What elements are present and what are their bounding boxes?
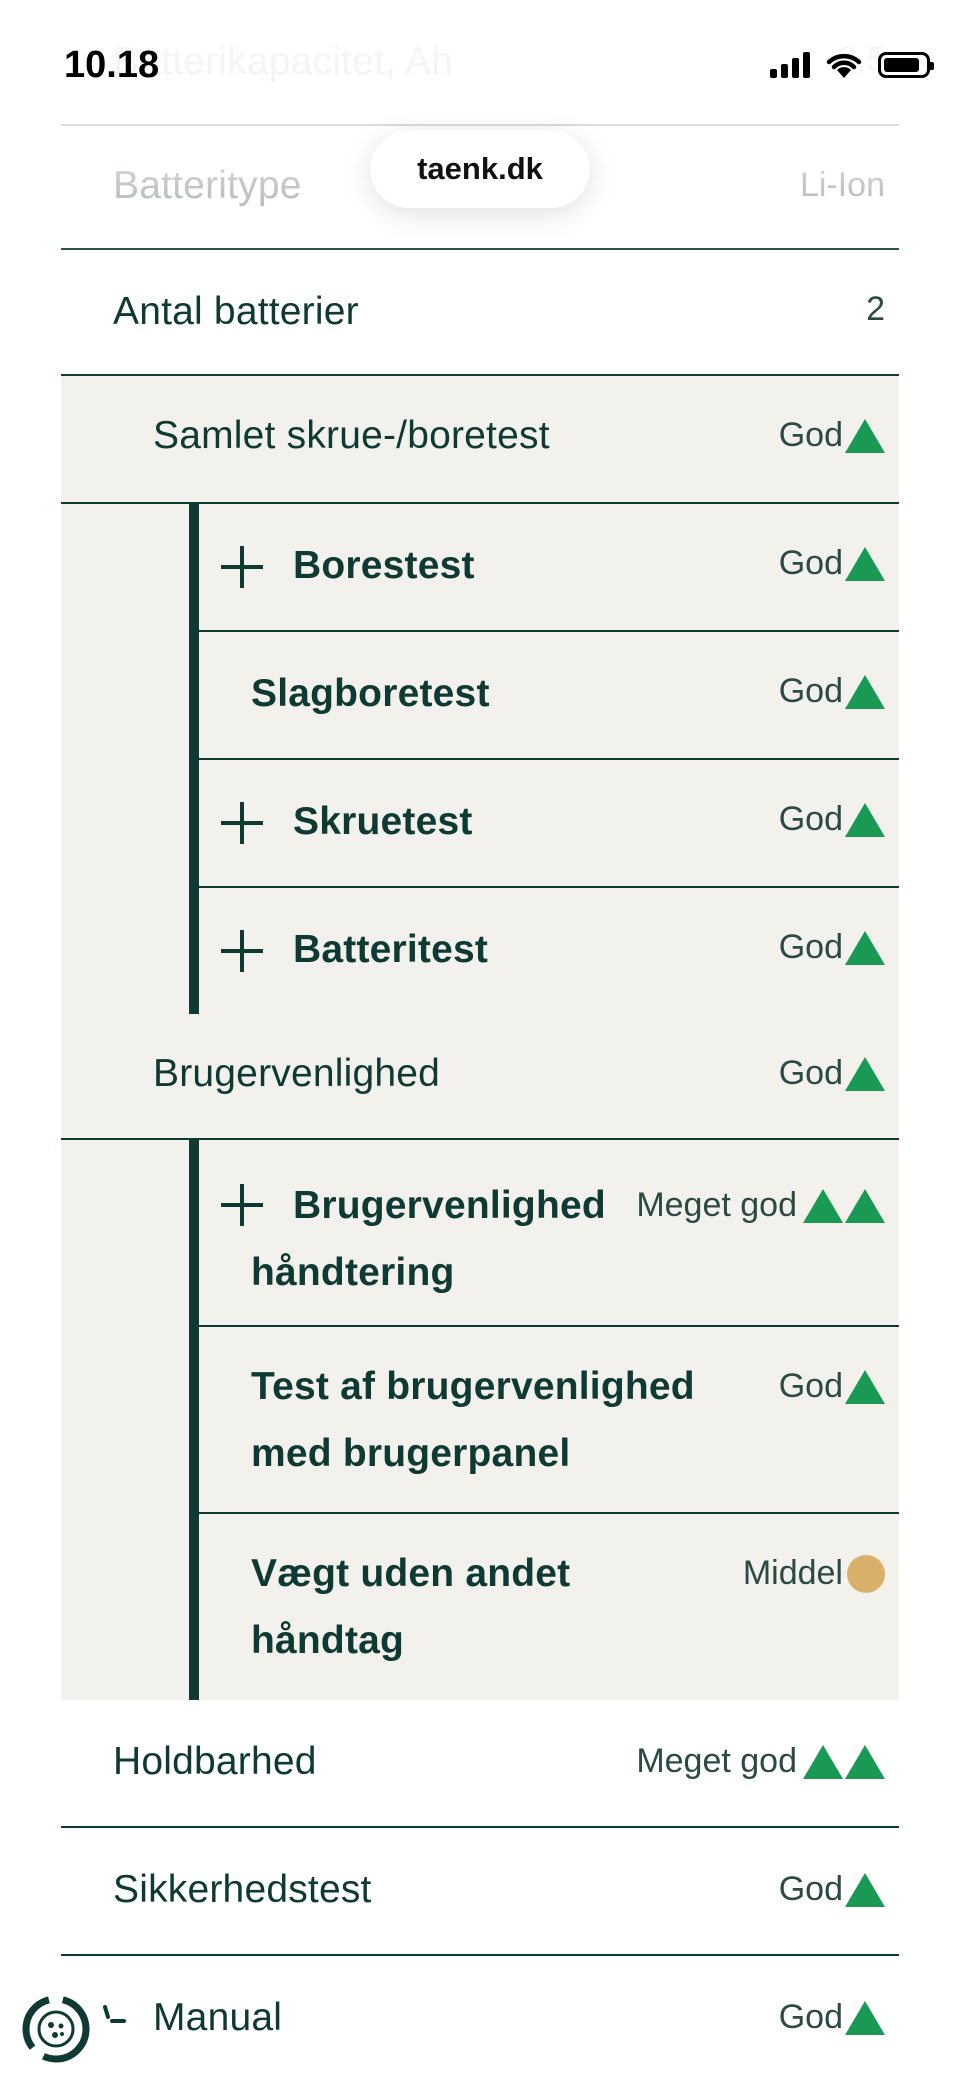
rating: Middel	[743, 1554, 885, 1593]
row-label: Borestest	[293, 544, 475, 587]
row-label: Batteritype	[113, 164, 302, 207]
row-label: Skruetest	[293, 800, 473, 843]
plus-icon[interactable]	[221, 1184, 263, 1226]
row-label: Sikkerhedstest	[113, 1868, 372, 1911]
row-value: 2,5	[837, 40, 885, 78]
green-triangle-icon	[845, 2000, 885, 2035]
rating-text: Meget god	[636, 1742, 797, 1780]
row-label: Slagboretest	[251, 672, 490, 715]
row-battery-type: Batteritype Li-Ion	[61, 126, 899, 250]
row-label: Brugervenlighed	[153, 1052, 441, 1095]
rating-text: God	[778, 672, 843, 710]
row-weight: Vægt uden andet håndtag Middel	[199, 1514, 899, 1700]
row-usability-handling[interactable]: Brugervenlighed håndtering Meget god	[199, 1140, 899, 1327]
row-label: Manual	[153, 1996, 283, 2039]
row-value: Li-Ion	[799, 166, 885, 204]
rating-text: God	[778, 1367, 843, 1405]
subgroup-indent-bar	[189, 1140, 199, 1700]
green-triangle-icon	[845, 1369, 885, 1404]
rating: God	[779, 1367, 885, 1406]
rating: God	[779, 800, 885, 839]
row-label: Batterikapacitet, Ah	[113, 40, 454, 83]
green-triangle-icon	[845, 1188, 885, 1223]
rating-text: God	[778, 1870, 843, 1908]
row-label-line1: Brugervenlighed	[293, 1184, 606, 1227]
row-screw-test[interactable]: Skruetest God	[199, 760, 899, 888]
green-triangle-icon	[803, 1744, 843, 1779]
rating: God	[779, 1998, 885, 2037]
rating: God	[779, 672, 885, 711]
product-spec-page: Batterikapacitet, Ah 2,5 Batteritype Li-…	[0, 0, 960, 2079]
row-battery-test[interactable]: Batteritest God	[199, 888, 899, 1014]
rating: God	[779, 416, 885, 455]
green-triangle-icon	[845, 674, 885, 709]
rating-text: Middel	[742, 1554, 843, 1592]
rating: Meget god	[636, 1186, 885, 1225]
green-triangle-icon	[845, 802, 885, 837]
rating-text: God	[778, 416, 843, 454]
rating-text: Meget god	[636, 1186, 797, 1224]
green-triangle-icon	[845, 546, 885, 581]
row-label: Batteritest	[293, 928, 489, 971]
row-manual[interactable]: Manual God	[61, 1956, 899, 2079]
row-usability[interactable]: Brugervenlighed God	[61, 1014, 899, 1140]
row-label: Holdbarhed	[113, 1740, 317, 1783]
green-triangle-icon	[845, 930, 885, 965]
green-triangle-icon	[803, 1188, 843, 1223]
row-screw-drill-total[interactable]: Samlet skrue-/boretest God	[61, 376, 899, 504]
row-value: 2	[866, 290, 885, 328]
green-triangle-icon	[845, 418, 885, 453]
rating-text: God	[778, 1054, 843, 1092]
plus-icon[interactable]	[221, 930, 263, 972]
plus-icon[interactable]	[221, 802, 263, 844]
rating-text: God	[778, 928, 843, 966]
row-safety-test[interactable]: Sikkerhedstest God	[61, 1828, 899, 1956]
row-label-line2: håndtering	[251, 1251, 455, 1294]
row-battery-count: Antal batterier 2	[61, 250, 899, 376]
rating-text: God	[778, 1998, 843, 2036]
row-label-line2: håndtag	[251, 1619, 405, 1662]
rating: God	[779, 544, 885, 583]
row-label-line1: Test af brugervenlighed	[251, 1365, 695, 1408]
green-triangle-icon	[845, 1744, 885, 1779]
rating-text: God	[778, 800, 843, 838]
row-label: Antal batterier	[113, 290, 359, 333]
row-label: Samlet skrue-/boretest	[153, 414, 550, 457]
rating: God	[779, 1054, 885, 1093]
row-usability-panel: Test af brugervenlighed med brugerpanel …	[199, 1327, 899, 1514]
subgroup-indent-bar	[189, 504, 199, 1014]
rating: God	[779, 1870, 885, 1909]
rating: Meget god	[636, 1742, 885, 1781]
yellow-dot-icon	[847, 1554, 885, 1593]
row-impact-drill-test: Slagboretest God	[199, 632, 899, 760]
rating: God	[779, 928, 885, 967]
cookie-settings-icon[interactable]	[18, 1985, 128, 2075]
row-durability[interactable]: Holdbarhed Meget god	[61, 1700, 899, 1828]
row-label-line1: Vægt uden andet	[251, 1552, 571, 1595]
row-drill-test[interactable]: Borestest God	[199, 504, 899, 632]
green-triangle-icon	[845, 1872, 885, 1907]
rating-text: God	[778, 544, 843, 582]
green-triangle-icon	[845, 1056, 885, 1091]
row-battery-capacity: Batterikapacitet, Ah 2,5	[61, 0, 899, 126]
plus-icon[interactable]	[221, 546, 263, 588]
row-label-line2: med brugerpanel	[251, 1432, 571, 1475]
